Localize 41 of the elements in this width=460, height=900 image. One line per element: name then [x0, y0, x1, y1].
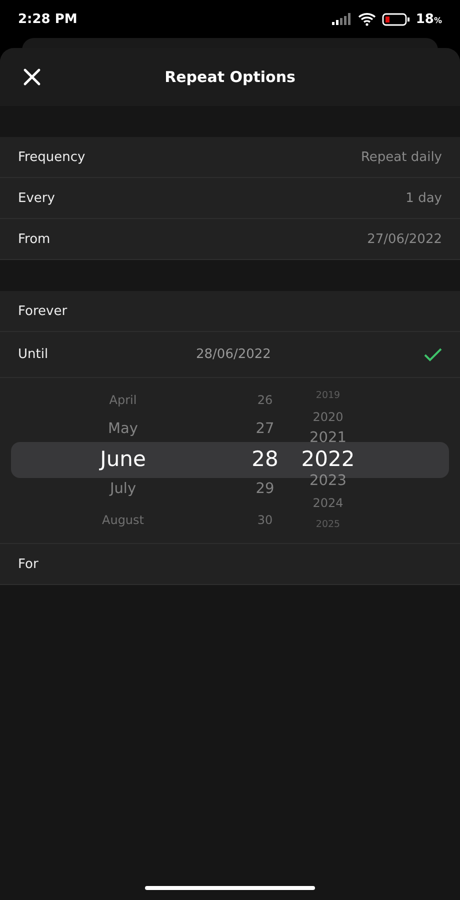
check-icon [424, 348, 442, 362]
option-date: 28/06/2022 [196, 347, 271, 362]
row-value: Repeat daily [360, 150, 442, 164]
row-value: 27/06/2022 [367, 232, 442, 246]
option-label: Until [18, 347, 48, 362]
end-option-row[interactable]: For [0, 544, 460, 585]
wifi-icon [358, 12, 376, 26]
row-value: 1 day [406, 190, 442, 206]
picker-item[interactable]: April [80, 392, 166, 408]
picker-item[interactable]: August [80, 512, 166, 528]
battery-icon [382, 12, 410, 26]
picker-item[interactable]: June [80, 447, 166, 473]
picker-item[interactable]: 2019 [296, 390, 360, 402]
picker-item[interactable]: 27 [240, 421, 290, 439]
option-label: For [18, 556, 38, 572]
picker-item[interactable]: 2020 [296, 410, 360, 424]
battery-level: 18% [416, 12, 442, 26]
row-label: Every [18, 190, 55, 206]
option-label: Forever [18, 304, 68, 318]
picker-item[interactable]: 2024 [296, 496, 360, 510]
signal-icon [332, 13, 352, 25]
settings-row[interactable]: Frequency Repeat daily [0, 137, 460, 178]
picker-item[interactable]: 2021 [296, 430, 360, 448]
picker-item[interactable]: 30 [240, 512, 290, 528]
picker-item[interactable]: 29 [240, 481, 290, 499]
picker-item[interactable]: 28 [240, 447, 290, 473]
picker-item[interactable]: May [80, 421, 166, 439]
picker-item[interactable]: July [80, 481, 166, 499]
end-option-row[interactable]: Until 28/06/2022 [0, 332, 460, 378]
row-label: From [18, 232, 50, 246]
settings-row[interactable]: From 27/06/2022 [0, 219, 460, 260]
picker-item[interactable]: 2025 [296, 518, 360, 530]
close-icon [23, 68, 41, 86]
picker-item[interactable]: 26 [240, 392, 290, 408]
picker-item[interactable]: 2023 [296, 472, 360, 490]
row-label: Frequency [18, 150, 86, 164]
picker-item[interactable]: 2022 [296, 447, 360, 473]
status-time: 2:28 PM [18, 12, 78, 26]
end-option-row[interactable]: Forever [0, 291, 460, 332]
header-title: Repeat Options [164, 68, 296, 86]
settings-row[interactable]: Every 1 day [0, 178, 460, 219]
